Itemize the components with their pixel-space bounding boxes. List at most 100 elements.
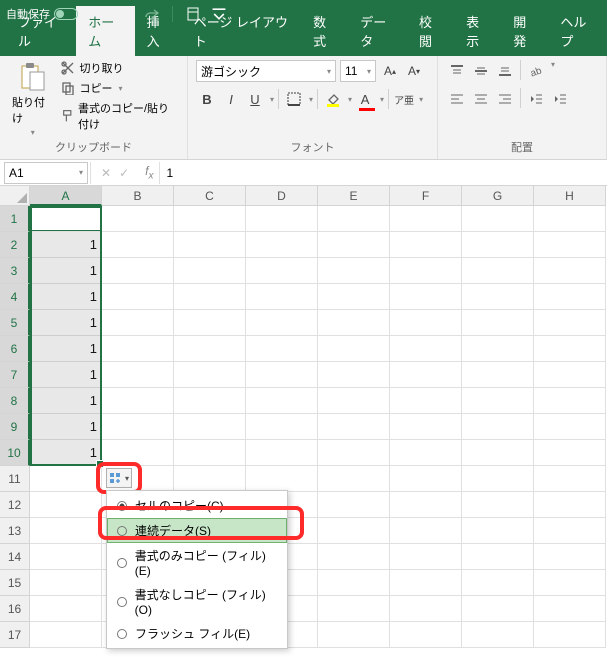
autofill-menu-copy[interactable]: セルのコピー(C) [107, 493, 287, 518]
cell-E12[interactable] [318, 492, 390, 518]
column-header-G[interactable]: G [462, 186, 534, 206]
decrease-indent-button[interactable] [525, 88, 547, 110]
row-header-7[interactable]: 7 [0, 362, 30, 388]
cell-F9[interactable] [390, 414, 462, 440]
cell-E10[interactable] [318, 440, 390, 466]
cell-H16[interactable] [534, 596, 606, 622]
column-header-F[interactable]: F [390, 186, 462, 206]
shrink-font-button[interactable]: A▾ [404, 60, 424, 82]
cell-B5[interactable] [102, 310, 174, 336]
column-header-C[interactable]: C [174, 186, 246, 206]
cell-H8[interactable] [534, 388, 606, 414]
cell-A13[interactable] [30, 518, 102, 544]
cell-B7[interactable] [102, 362, 174, 388]
cell-E4[interactable] [318, 284, 390, 310]
row-header-14[interactable]: 14 [0, 544, 30, 570]
font-size-select[interactable]: 11▾ [340, 60, 376, 82]
cell-H10[interactable] [534, 440, 606, 466]
copy-button[interactable]: コピー▾ [61, 80, 179, 96]
cell-G11[interactable] [462, 466, 534, 492]
align-middle-button[interactable] [470, 60, 492, 82]
cell-H11[interactable] [534, 466, 606, 492]
cell-H2[interactable] [534, 232, 606, 258]
cell-F6[interactable] [390, 336, 462, 362]
format-painter-button[interactable]: 書式のコピー/貼り付け [61, 100, 179, 132]
align-left-button[interactable] [446, 88, 468, 110]
italic-button[interactable]: I [220, 88, 242, 110]
cell-E3[interactable] [318, 258, 390, 284]
cell-H13[interactable] [534, 518, 606, 544]
cell-H4[interactable] [534, 284, 606, 310]
cell-D10[interactable] [246, 440, 318, 466]
cell-E2[interactable] [318, 232, 390, 258]
cell-G5[interactable] [462, 310, 534, 336]
cell-G10[interactable] [462, 440, 534, 466]
row-header-12[interactable]: 12 [0, 492, 30, 518]
cell-E17[interactable] [318, 622, 390, 648]
tab-formulas[interactable]: 数式 [301, 6, 348, 56]
name-box[interactable]: A1▾ [4, 162, 88, 184]
row-header-15[interactable]: 15 [0, 570, 30, 596]
cell-H17[interactable] [534, 622, 606, 648]
cell-F8[interactable] [390, 388, 462, 414]
tab-pagelayout[interactable]: ページ レイアウト [182, 6, 301, 56]
cell-E13[interactable] [318, 518, 390, 544]
row-header-17[interactable]: 17 [0, 622, 30, 648]
cell-F11[interactable] [390, 466, 462, 492]
cell-G4[interactable] [462, 284, 534, 310]
cell-B6[interactable] [102, 336, 174, 362]
cell-C2[interactable] [174, 232, 246, 258]
cell-A17[interactable] [30, 622, 102, 648]
cell-H7[interactable] [534, 362, 606, 388]
align-right-button[interactable] [494, 88, 516, 110]
cell-H5[interactable] [534, 310, 606, 336]
autofill-menu-flash[interactable]: フラッシュ フィル(E) [107, 621, 287, 646]
cell-C4[interactable] [174, 284, 246, 310]
cell-G13[interactable] [462, 518, 534, 544]
cell-D4[interactable] [246, 284, 318, 310]
cancel-formula-icon[interactable]: ✕ [101, 166, 111, 180]
border-button[interactable] [283, 88, 305, 110]
tab-home[interactable]: ホーム [76, 6, 134, 56]
cell-F13[interactable] [390, 518, 462, 544]
cell-E5[interactable] [318, 310, 390, 336]
cell-G6[interactable] [462, 336, 534, 362]
row-header-13[interactable]: 13 [0, 518, 30, 544]
cell-D6[interactable] [246, 336, 318, 362]
cell-A11[interactable] [30, 466, 102, 492]
column-header-D[interactable]: D [246, 186, 318, 206]
cell-F12[interactable] [390, 492, 462, 518]
cell-F5[interactable] [390, 310, 462, 336]
cell-F16[interactable] [390, 596, 462, 622]
cell-G3[interactable] [462, 258, 534, 284]
cell-E16[interactable] [318, 596, 390, 622]
cell-D7[interactable] [246, 362, 318, 388]
cell-F7[interactable] [390, 362, 462, 388]
cell-C8[interactable] [174, 388, 246, 414]
cell-F17[interactable] [390, 622, 462, 648]
cell-C10[interactable] [174, 440, 246, 466]
cell-F3[interactable] [390, 258, 462, 284]
phonetic-button[interactable]: ア亜 [393, 88, 415, 110]
cell-E6[interactable] [318, 336, 390, 362]
cell-A14[interactable] [30, 544, 102, 570]
tab-help[interactable]: ヘルプ [548, 6, 607, 56]
font-color-button[interactable]: A [354, 88, 376, 110]
autofill-menu-nofmt[interactable]: 書式なしコピー (フィル)(O) [107, 582, 287, 621]
row-header-16[interactable]: 16 [0, 596, 30, 622]
enter-formula-icon[interactable]: ✓ [119, 166, 129, 180]
row-header-4[interactable]: 4 [0, 284, 30, 310]
orientation-button[interactable]: ab [525, 60, 547, 82]
cell-G1[interactable] [462, 206, 534, 232]
row-header-11[interactable]: 11 [0, 466, 30, 492]
align-center-button[interactable] [470, 88, 492, 110]
column-header-H[interactable]: H [534, 186, 606, 206]
cell-F10[interactable] [390, 440, 462, 466]
cell-E8[interactable] [318, 388, 390, 414]
increase-indent-button[interactable] [549, 88, 571, 110]
cell-B3[interactable] [102, 258, 174, 284]
align-bottom-button[interactable] [494, 60, 516, 82]
cell-H3[interactable] [534, 258, 606, 284]
autofill-options-button[interactable]: ▾ [106, 468, 132, 488]
column-header-A[interactable]: A [30, 186, 102, 206]
